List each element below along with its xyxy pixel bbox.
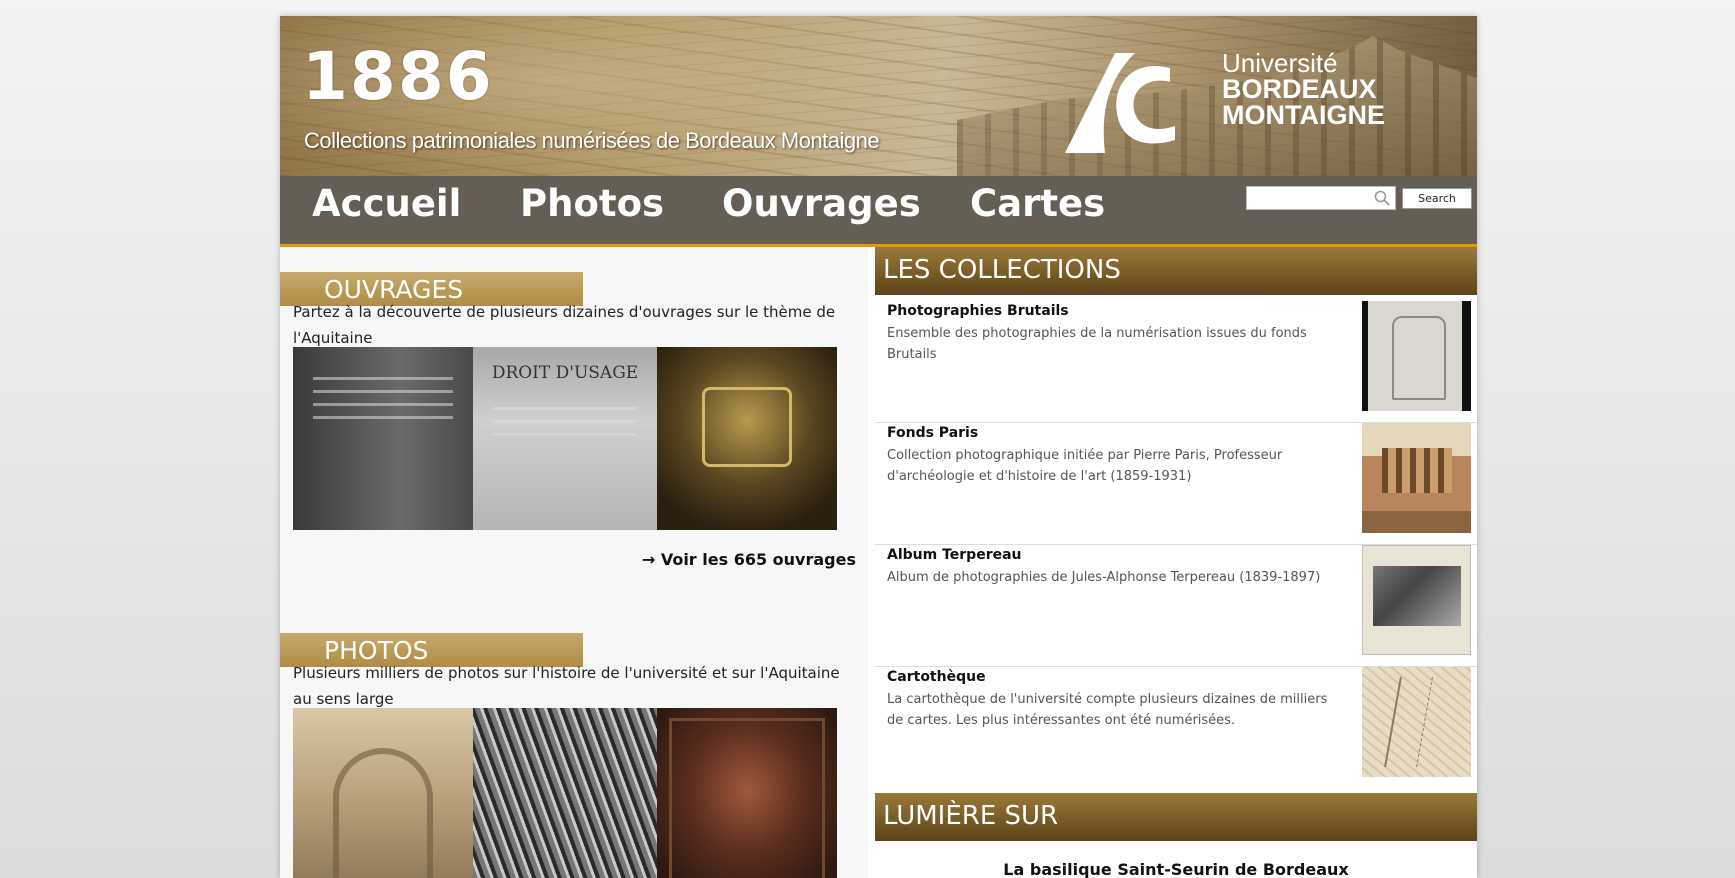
university-logo-icon[interactable] bbox=[1060, 48, 1180, 158]
site-subtitle: Collections patrimoniales numérisées de … bbox=[304, 128, 880, 153]
collection-title[interactable]: Album Terpereau bbox=[887, 547, 1022, 563]
collection-item[interactable]: Photographies Brutails Ensemble des phot… bbox=[875, 301, 1477, 423]
collection-thumbnail[interactable] bbox=[1362, 545, 1471, 655]
university-line3: MONTAIGNE bbox=[1222, 100, 1385, 130]
nav-ouvrages[interactable]: Ouvrages bbox=[722, 182, 921, 225]
book-thumbnail[interactable] bbox=[657, 347, 837, 530]
collection-item[interactable]: Cartothèque La cartothèque de l'universi… bbox=[875, 667, 1477, 791]
nav-cartes[interactable]: Cartes bbox=[970, 182, 1105, 225]
collection-title[interactable]: Photographies Brutails bbox=[887, 303, 1069, 319]
voir-ouvrages-link[interactable]: → Voir les 665 ouvrages bbox=[642, 550, 856, 569]
collection-thumbnail[interactable] bbox=[1362, 667, 1471, 777]
collection-title[interactable]: Fonds Paris bbox=[887, 425, 978, 441]
site-header: 1886 Collections patrimoniales numérisée… bbox=[280, 16, 1477, 176]
search-box bbox=[1246, 186, 1396, 210]
right-column: LES COLLECTIONS Photographies Brutails E… bbox=[875, 247, 1477, 878]
collection-item[interactable]: Fonds Paris Collection photographique in… bbox=[875, 423, 1477, 545]
lumiere-article-title[interactable]: La basilique Saint-Seurin de Bordeaux bbox=[875, 860, 1477, 878]
collection-description: La cartothèque de l'université compte pl… bbox=[887, 692, 1328, 728]
building-photo bbox=[957, 36, 1477, 176]
book-thumbnail[interactable] bbox=[293, 347, 473, 530]
page: 1886 Collections patrimoniales numérisée… bbox=[280, 16, 1477, 878]
collection-thumbnail[interactable] bbox=[1362, 301, 1471, 411]
ouvrages-intro: Partez à la découverte de plusieurs diza… bbox=[293, 303, 836, 347]
collection-title[interactable]: Cartothèque bbox=[887, 669, 986, 685]
collection-description: Collection photographique initiée par Pi… bbox=[887, 448, 1283, 484]
book-thumbnail[interactable]: DROIT D'USAGE bbox=[473, 347, 657, 530]
university-line2: BORDEAUX bbox=[1222, 74, 1377, 104]
lumiere-heading: LUMIÈRE SUR bbox=[875, 793, 1477, 841]
collections-heading: LES COLLECTIONS bbox=[875, 247, 1477, 295]
collection-description: Album de photographies de Jules-Alphonse… bbox=[887, 570, 1321, 585]
photo-thumbnail[interactable] bbox=[293, 708, 473, 878]
collection-thumbnail[interactable] bbox=[1362, 423, 1471, 533]
search-input[interactable] bbox=[1247, 187, 1369, 209]
left-column: OUVRAGES Partez à la découverte de plusi… bbox=[280, 247, 868, 878]
photo-thumbnail[interactable] bbox=[473, 708, 657, 878]
search-button[interactable]: Search bbox=[1402, 188, 1472, 209]
photos-intro: Plusieurs milliers de photos sur l'histo… bbox=[293, 664, 840, 708]
book-title: DROIT D'USAGE bbox=[491, 363, 639, 383]
lumiere-heading-text: LUMIÈRE SUR bbox=[883, 801, 1059, 831]
collections-heading-text: LES COLLECTIONS bbox=[883, 255, 1121, 285]
photos-thumbnails bbox=[293, 708, 837, 878]
university-line1: Université bbox=[1222, 48, 1338, 78]
nav-accueil[interactable]: Accueil bbox=[312, 182, 461, 225]
nav-photos[interactable]: Photos bbox=[520, 182, 664, 225]
collection-description: Ensemble des photographies de la numéris… bbox=[887, 326, 1307, 362]
search-icon[interactable] bbox=[1373, 189, 1391, 207]
photo-thumbnail[interactable] bbox=[657, 708, 837, 878]
site-logo[interactable]: 1886 bbox=[302, 38, 494, 115]
university-name[interactable]: Université BORDEAUX MONTAIGNE bbox=[1222, 48, 1385, 130]
collection-item[interactable]: Album Terpereau Album de photographies d… bbox=[875, 545, 1477, 667]
ouvrages-thumbnails: DROIT D'USAGE bbox=[293, 347, 837, 530]
